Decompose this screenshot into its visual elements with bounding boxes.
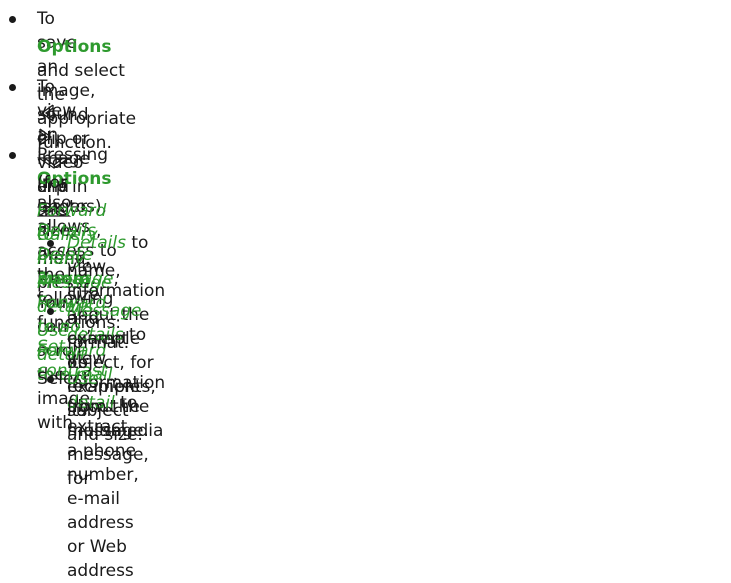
bullet-icon <box>47 308 54 315</box>
bullet-icon <box>9 84 16 91</box>
manual-page: To save an image, sound clip or video cl… <box>0 0 731 581</box>
bullet-icon <box>9 152 16 159</box>
sub-use-detail-line-2: from the message. <box>67 395 149 443</box>
text-segment: Pressing <box>37 145 109 165</box>
scroll-left-icon <box>37 103 59 123</box>
bullet-icon <box>47 376 54 383</box>
details-term: Details <box>67 233 126 253</box>
bullet-icon <box>9 16 16 23</box>
text-segment: from the message. <box>67 397 149 441</box>
options-keyword: Options <box>37 37 112 57</box>
bullet-icon <box>47 240 54 247</box>
